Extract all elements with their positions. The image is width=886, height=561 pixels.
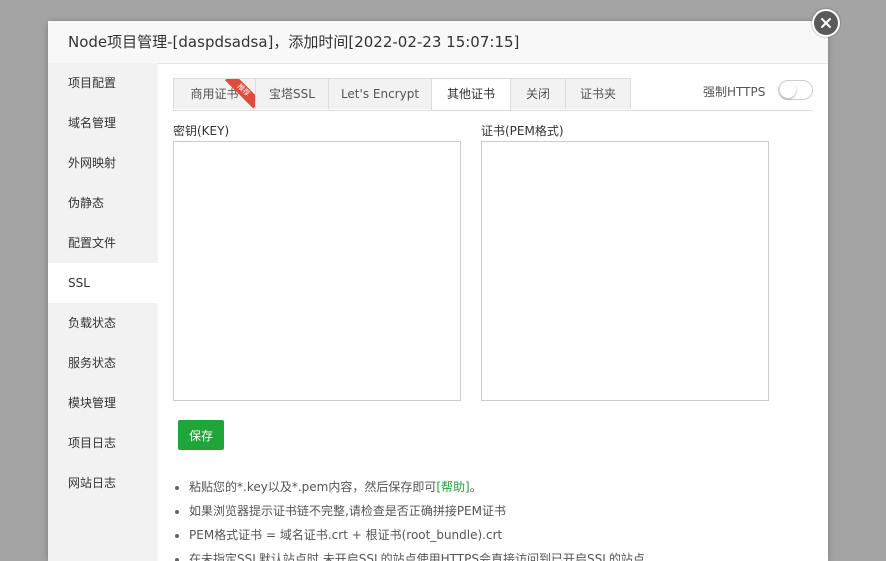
tip-paste-key: 粘贴您的*.key以及*.pem内容，然后保存即可[帮助]。	[173, 475, 645, 499]
tip-default-site: 在未指定SSL默认站点时,未开启SSL的站点使用HTTPS会直接访问到已开启SS…	[173, 547, 645, 561]
dialog-title: Node项目管理-[daspdsadsa]，添加时间[2022-02-23 15…	[48, 21, 828, 64]
toggle-knob	[780, 82, 796, 98]
node-project-dialog: Node项目管理-[daspdsadsa]，添加时间[2022-02-23 15…	[48, 21, 828, 561]
sidebar-item-service-status[interactable]: 服务状态	[48, 343, 158, 383]
tip-pem-format: PEM格式证书 = 域名证书.crt + 根证书(root_bundle).cr…	[173, 523, 645, 547]
sidebar-item-external-mapping[interactable]: 外网映射	[48, 143, 158, 183]
sidebar-item-rewrite[interactable]: 伪静态	[48, 183, 158, 223]
sidebar-item-project-log[interactable]: 项目日志	[48, 423, 158, 463]
tab-label: 商用证书	[190, 87, 239, 101]
close-dialog-button[interactable]	[812, 9, 840, 37]
sidebar-item-config-file[interactable]: 配置文件	[48, 223, 158, 263]
sidebar-item-site-log[interactable]: 网站日志	[48, 463, 158, 503]
save-button[interactable]: 保存	[178, 420, 224, 450]
help-link[interactable]: [帮助]	[436, 480, 469, 494]
tab-close[interactable]: 关闭	[510, 78, 566, 109]
force-https-toggle[interactable]	[778, 80, 813, 100]
tab-bt-ssl[interactable]: 宝塔SSL	[255, 78, 329, 109]
cert-label: 证书(PEM格式)	[481, 124, 564, 138]
tab-commercial-cert[interactable]: 商用证书 推荐	[173, 78, 256, 109]
key-label: 密钥(KEY)	[173, 124, 230, 138]
tab-cert-folder[interactable]: 证书夹	[565, 78, 631, 109]
tip-cert-chain: 如果浏览器提示证书链不完整,请检查是否正确拼接PEM证书	[173, 499, 645, 523]
sidebar: 项目配置 域名管理 外网映射 伪静态 配置文件 SSL 负载状态 服务状态 模块…	[48, 63, 158, 561]
sidebar-item-ssl[interactable]: SSL	[48, 263, 158, 303]
tab-lets-encrypt[interactable]: Let's Encrypt	[328, 78, 432, 109]
sidebar-item-domain-management[interactable]: 域名管理	[48, 103, 158, 143]
close-icon	[821, 18, 831, 28]
tips-list: 粘贴您的*.key以及*.pem内容，然后保存即可[帮助]。 如果浏览器提示证书…	[173, 475, 645, 561]
key-textarea[interactable]	[173, 141, 461, 401]
tab-other-cert[interactable]: 其他证书	[431, 78, 511, 110]
force-https-label: 强制HTTPS	[703, 85, 766, 99]
sidebar-item-module-management[interactable]: 模块管理	[48, 383, 158, 423]
sidebar-item-project-config[interactable]: 项目配置	[48, 63, 158, 103]
sidebar-item-load-status[interactable]: 负载状态	[48, 303, 158, 343]
tip-text-suffix: 。	[469, 480, 482, 494]
tip-text: 粘贴您的*.key以及*.pem内容，然后保存即可	[189, 480, 437, 494]
ssl-panel: 商用证书 推荐 宝塔SSL Let's Encrypt 其他证书 关闭 证书夹 …	[158, 63, 828, 561]
cert-textarea[interactable]	[481, 141, 769, 401]
